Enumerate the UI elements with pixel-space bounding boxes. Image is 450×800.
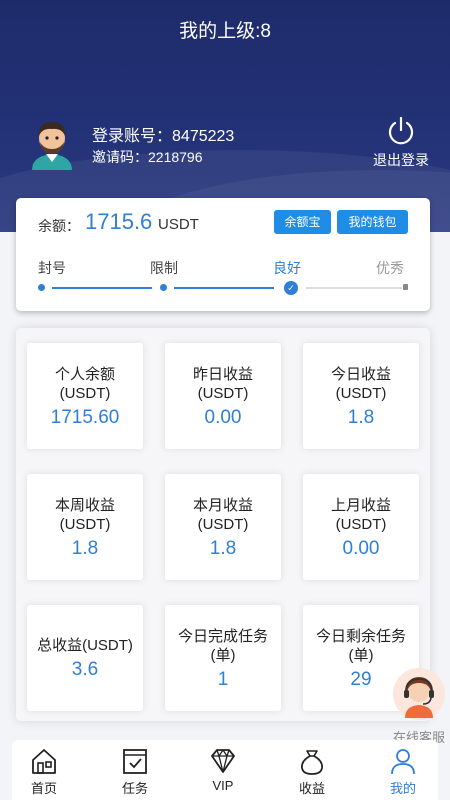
stat-card: 本月收益 (USDT) 1.8 xyxy=(165,474,281,580)
stat-card: 总收益(USDT) 3.6 xyxy=(27,605,143,711)
stat-label: 本周收益 xyxy=(54,497,115,514)
level-dot xyxy=(403,284,408,290)
stat-unit: (USDT) xyxy=(335,516,387,533)
stat-unit: (USDT) xyxy=(197,385,249,402)
stat-value: 1.8 xyxy=(71,538,99,559)
tab-task[interactable]: 任务 xyxy=(105,746,165,797)
level-track xyxy=(306,287,402,289)
stat-value: 1.8 xyxy=(209,538,237,559)
my-wallet-button[interactable]: 我的钱包 xyxy=(337,210,408,234)
stat-card: 今日收益 (USDT) 1.8 xyxy=(303,343,419,449)
user-icon xyxy=(391,749,415,775)
level-dot xyxy=(38,284,45,291)
money-bag-icon xyxy=(301,750,323,775)
level-track xyxy=(52,287,152,289)
online-service-button[interactable]: 在线客服 xyxy=(390,668,448,746)
stat-value: 1715.60 xyxy=(50,407,120,428)
tab-label: VIP xyxy=(212,778,234,793)
stat-unit: (USDT) xyxy=(59,385,111,402)
diamond-icon xyxy=(211,748,235,773)
tab-vip[interactable]: VIP xyxy=(193,746,253,793)
level-track xyxy=(174,287,274,289)
stat-label: 总收益(USDT) xyxy=(37,637,133,654)
account-value: 8475223 xyxy=(172,128,235,145)
task-icon xyxy=(123,749,147,774)
stat-label: 今日完成任务 xyxy=(177,628,268,645)
stat-label: 上月收益 xyxy=(330,497,391,514)
logout-button[interactable]: 退出登录 xyxy=(368,116,434,170)
invite-value: 2218796 xyxy=(148,149,203,165)
stat-unit: (单) xyxy=(348,647,374,664)
yuebao-button[interactable]: 余额宝 xyxy=(274,210,331,234)
check-icon: ✓ xyxy=(284,281,298,295)
account-label: 登录账号： xyxy=(92,128,173,145)
stat-card: 上月收益 (USDT) 0.00 xyxy=(303,474,419,580)
stat-card: 本周收益 (USDT) 1.8 xyxy=(27,474,143,580)
balance-value: 1715.6 xyxy=(85,209,153,234)
stat-unit: (USDT) xyxy=(59,516,111,533)
level-label: 封号 xyxy=(38,260,66,276)
account-info: 登录账号：8475223 xyxy=(92,122,234,146)
stat-card: 昨日收益 (USDT) 0.00 xyxy=(165,343,281,449)
stat-card: 今日完成任务 (单) 1 xyxy=(165,605,281,711)
stat-label: 个人余额 xyxy=(54,366,115,383)
stat-label: 今日剩余任务 xyxy=(315,628,406,645)
balance-unit: USDT xyxy=(158,216,199,233)
tab-label: 我的 xyxy=(389,781,416,796)
invite-info: 邀请码：2218796 xyxy=(92,147,203,167)
customer-service-icon xyxy=(393,668,445,720)
balance-label: 余额： xyxy=(38,218,80,234)
tab-mine[interactable]: 我的 xyxy=(373,746,433,797)
stat-card: 个人余额 (USDT) 1715.60 xyxy=(27,343,143,449)
tab-earnings[interactable]: 收益 xyxy=(282,746,342,797)
stat-label: 昨日收益 xyxy=(192,366,253,383)
stat-value: 1 xyxy=(217,669,229,690)
level-dot xyxy=(160,284,167,291)
tab-label: 收益 xyxy=(298,781,325,796)
stat-value: 1.8 xyxy=(347,407,375,428)
bottom-tab-bar: 首页 任务 VIP 收益 我的 xyxy=(12,740,438,800)
tab-home[interactable]: 首页 xyxy=(14,746,74,797)
power-icon xyxy=(388,116,414,145)
stat-value: 0.00 xyxy=(342,538,380,559)
stat-value: 0.00 xyxy=(204,407,242,428)
invite-label: 邀请码： xyxy=(92,149,148,165)
stats-panel: 个人余额 (USDT) 1715.60 昨日收益 (USDT) 0.00 今日收益 (… xyxy=(16,328,430,721)
stat-unit: (USDT) xyxy=(197,516,249,533)
level-label: 优秀 xyxy=(376,260,404,276)
stat-unit: (单) xyxy=(210,647,236,664)
stat-unit: (USDT) xyxy=(335,385,387,402)
stat-label: 今日收益 xyxy=(330,366,391,383)
stat-label: 本月收益 xyxy=(192,497,253,514)
tab-label: 首页 xyxy=(30,781,57,796)
page-title: 我的上级:8 xyxy=(179,21,271,42)
level-label: 限制 xyxy=(150,260,178,276)
level-label-current: 良好 xyxy=(273,260,301,276)
stat-value: 3.6 xyxy=(71,659,99,680)
balance-card: 余额： 1715.6 USDT 余额宝 我的钱包 封号 限制 良好 优秀 ✓ xyxy=(16,198,430,311)
avatar-icon xyxy=(32,122,72,170)
tab-label: 任务 xyxy=(121,781,148,796)
logout-label: 退出登录 xyxy=(373,152,429,168)
home-icon xyxy=(32,749,56,774)
